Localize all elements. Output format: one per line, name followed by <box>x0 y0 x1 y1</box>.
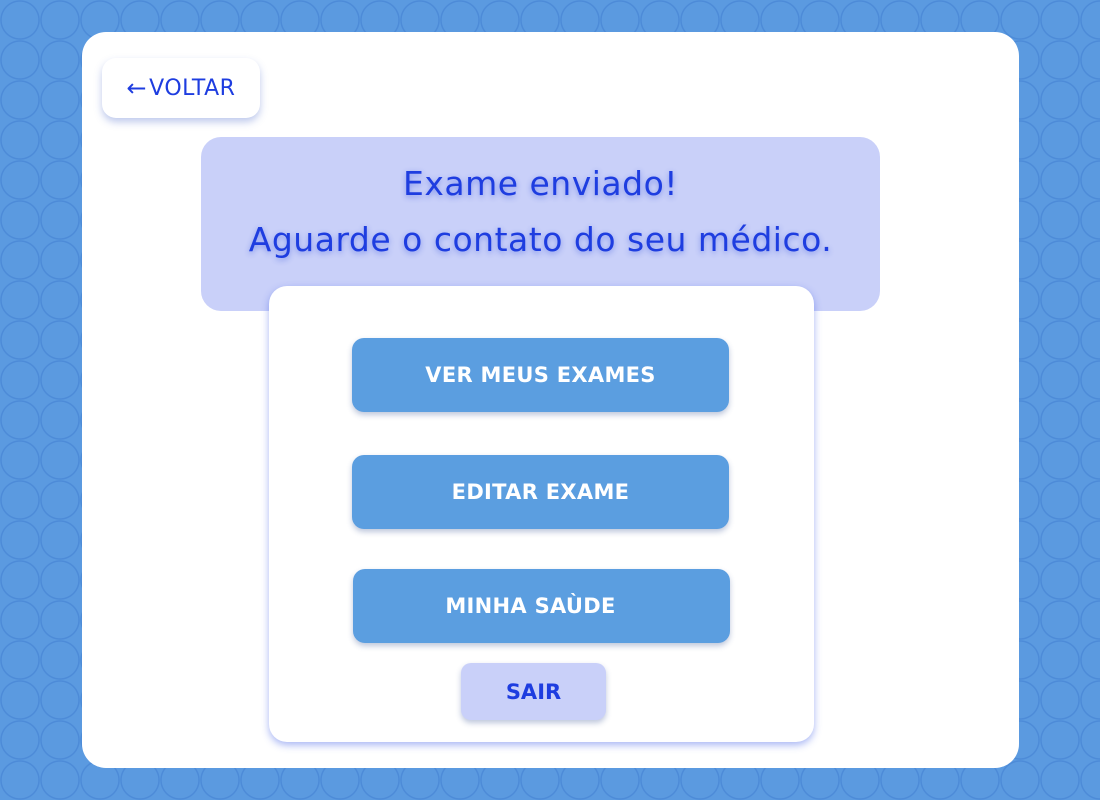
back-button[interactable]: ← VOLTAR <box>102 58 260 118</box>
main-card: ← VOLTAR Exame enviado! Aguarde o contat… <box>82 32 1019 768</box>
my-health-label: MINHA SAÙDE <box>445 594 616 618</box>
app-background: { "colors": { "page_background": "#5b9ae… <box>0 0 1100 800</box>
edit-exam-button[interactable]: EDITAR EXAME <box>352 455 729 529</box>
confirmation-banner: Exame enviado! Aguarde o contato do seu … <box>201 137 880 311</box>
exit-label: SAIR <box>505 679 562 704</box>
back-button-label: VOLTAR <box>149 75 236 101</box>
actions-panel: VER MEUS EXAMES EDITAR EXAME MINHA SAÙDE… <box>269 286 814 742</box>
edit-exam-label: EDITAR EXAME <box>451 480 630 504</box>
banner-title: Exame enviado! <box>402 164 679 203</box>
view-exams-label: VER MEUS EXAMES <box>425 363 656 387</box>
my-health-button[interactable]: MINHA SAÙDE <box>353 569 730 643</box>
banner-subtitle: Aguarde o contato do seu médico. <box>248 220 833 259</box>
exit-button[interactable]: SAIR <box>461 663 606 720</box>
view-exams-button[interactable]: VER MEUS EXAMES <box>352 338 729 412</box>
arrow-left-icon: ← <box>126 74 148 102</box>
